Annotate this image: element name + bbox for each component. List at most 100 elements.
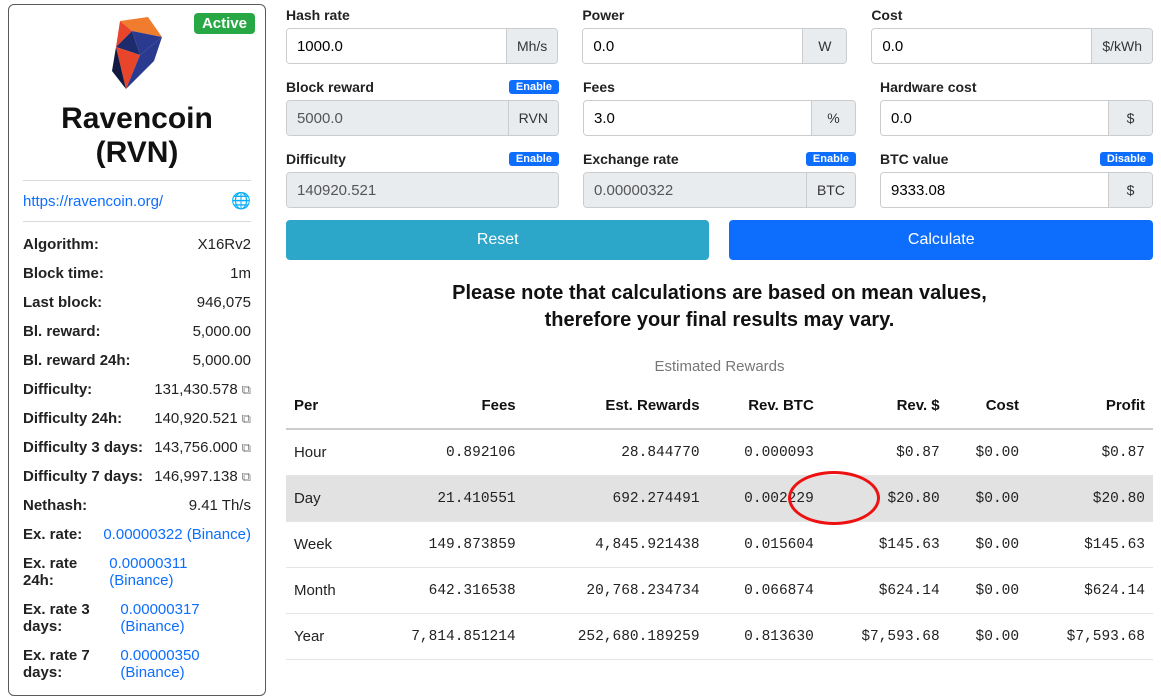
stat-value: 946,075: [197, 294, 251, 311]
stat-line: Ex. rate 24h:0.00000311 (Binance): [23, 549, 251, 595]
stat-label: Ex. rate 24h:: [23, 555, 109, 589]
stat-line: Ex. rate: 0.00000322 (Binance): [23, 520, 251, 549]
stat-value: 5,000.00: [193, 323, 251, 340]
fees-input[interactable]: [584, 101, 811, 135]
unit-label: $: [1108, 101, 1152, 135]
col-header: Fees: [363, 383, 524, 429]
stat-value[interactable]: 0.00000311 (Binance): [109, 555, 251, 589]
field-label: Hash rate: [286, 7, 350, 23]
cell: $20.80: [1027, 476, 1153, 522]
col-header: Est. Rewards: [524, 383, 708, 429]
stat-label: Difficulty:: [23, 381, 92, 398]
cell: 0.892106: [363, 429, 524, 476]
col-header: Cost: [948, 383, 1027, 429]
cell: 21.410551: [363, 476, 524, 522]
toggle-block-reward[interactable]: Enable: [509, 80, 559, 94]
field-label: Block reward: [286, 79, 374, 95]
calc-note: Please note that calculations are based …: [286, 280, 1153, 334]
unit-label: BTC: [806, 173, 855, 207]
field-label: Hardware cost: [880, 79, 976, 95]
cell: 0.002229: [708, 476, 822, 522]
stat-line: Difficulty 7 days:146,997.138⧉: [23, 462, 251, 491]
copy-icon[interactable]: ⧉: [242, 382, 251, 397]
hash-rate-input[interactable]: [287, 29, 506, 63]
cell: $7,593.68: [1027, 614, 1153, 660]
cell: 7,814.851214: [363, 614, 524, 660]
cell: $0.00: [948, 476, 1027, 522]
stat-label: Nethash:: [23, 497, 87, 514]
coin-website-link[interactable]: https://ravencoin.org/: [23, 193, 163, 210]
cost-input[interactable]: [872, 29, 1091, 63]
table-row: Week149.8738594,845.9214380.015604$145.6…: [286, 522, 1153, 568]
cell: 20,768.234734: [524, 568, 708, 614]
copy-icon[interactable]: ⧉: [242, 411, 251, 426]
stat-value[interactable]: 0.00000322 (Binance): [103, 526, 251, 543]
cell: $20.80: [822, 476, 948, 522]
stat-label: Ex. rate 7 days:: [23, 647, 120, 681]
cell: $624.14: [1027, 568, 1153, 614]
btc-value-input[interactable]: [881, 173, 1108, 207]
hardware-input[interactable]: [881, 101, 1108, 135]
cell: $0.87: [822, 429, 948, 476]
stat-label: Algorithm:: [23, 236, 99, 253]
unit-label: W: [802, 29, 846, 63]
cell: 642.316538: [363, 568, 524, 614]
cell: 149.873859: [363, 522, 524, 568]
cell: Week: [286, 522, 363, 568]
status-badge: Active: [194, 13, 255, 34]
cell: 252,680.189259: [524, 614, 708, 660]
stat-value: 5,000.00: [193, 352, 251, 369]
stat-value: 146,997.138⧉: [154, 468, 251, 485]
field-label: Fees: [583, 79, 615, 95]
col-header: Rev. $: [822, 383, 948, 429]
coin-card: Active Ravencoin (RVN) https://ravencoin…: [8, 4, 266, 696]
stat-value[interactable]: 0.00000350 (Binance): [120, 647, 251, 681]
cell: 28.844770: [524, 429, 708, 476]
calculate-button[interactable]: Calculate: [729, 220, 1153, 260]
stat-label: Last block:: [23, 294, 102, 311]
unit-label: %: [811, 101, 855, 135]
toggle-difficulty[interactable]: Enable: [509, 152, 559, 166]
stat-line: Bl. reward 24h:5,000.00: [23, 346, 251, 375]
copy-icon[interactable]: ⧉: [242, 469, 251, 484]
stat-label: Difficulty 24h:: [23, 410, 122, 427]
cell: 0.015604: [708, 522, 822, 568]
stat-value[interactable]: 0.00000317 (Binance): [120, 601, 251, 635]
stat-line: Last block: 946,075: [23, 288, 251, 317]
field-hash-rate: Hash rate Mh/s: [286, 4, 558, 72]
cell: Hour: [286, 429, 363, 476]
reset-button[interactable]: Reset: [286, 220, 710, 260]
cell: $0.87: [1027, 429, 1153, 476]
cell: 0.000093: [708, 429, 822, 476]
field-label: Power: [582, 7, 624, 23]
cell: 692.274491: [524, 476, 708, 522]
field-hardware: Hardware cost $: [880, 76, 1153, 144]
table-row: Hour0.89210628.8447700.000093$0.87$0.00$…: [286, 429, 1153, 476]
stat-line: Block time: 1m: [23, 259, 251, 288]
stat-label: Bl. reward:: [23, 323, 101, 340]
stat-value: 1m: [230, 265, 251, 282]
stat-label: Difficulty 3 days:: [23, 439, 143, 456]
toggle-btc-value[interactable]: Disable: [1100, 152, 1153, 166]
copy-icon[interactable]: ⧉: [242, 440, 251, 455]
cell: Month: [286, 568, 363, 614]
field-label: BTC value: [880, 151, 948, 167]
exchange-input: [584, 173, 806, 207]
globe-icon[interactable]: 🌐: [231, 191, 251, 211]
field-exchange: Exchange rateEnableBTC: [583, 148, 856, 216]
table-row: Month642.31653820,768.2347340.066874$624…: [286, 568, 1153, 614]
table-row: Year7,814.851214252,680.1892590.813630$7…: [286, 614, 1153, 660]
unit-label: RVN: [508, 101, 558, 135]
rewards-table-title: Estimated Rewards: [286, 358, 1153, 375]
field-label: Difficulty: [286, 151, 346, 167]
toggle-exchange[interactable]: Enable: [806, 152, 856, 166]
unit-label: Mh/s: [506, 29, 557, 63]
cell: $0.00: [948, 522, 1027, 568]
field-power: Power W: [582, 4, 847, 72]
stat-label: Block time:: [23, 265, 104, 282]
stat-label: Ex. rate:: [23, 526, 82, 543]
col-header: Profit: [1027, 383, 1153, 429]
power-input[interactable]: [583, 29, 802, 63]
stat-label: Ex. rate 3 days:: [23, 601, 120, 635]
stat-line: Algorithm:X16Rv2: [23, 230, 251, 259]
